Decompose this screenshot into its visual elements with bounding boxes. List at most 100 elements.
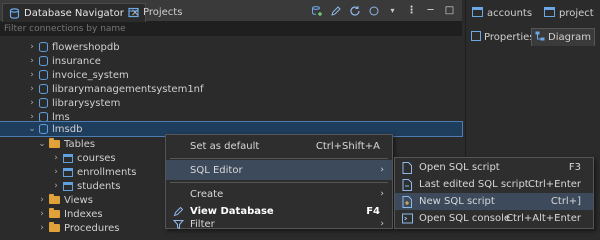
chevron-down-icon[interactable]: ⌄ xyxy=(28,124,36,134)
table-icon xyxy=(63,167,73,177)
filter-icon xyxy=(172,218,184,230)
tree-item-invoice-system[interactable]: › invoice_system xyxy=(0,68,462,82)
tree-item-label: Procedures xyxy=(64,222,120,234)
new-connection-icon[interactable] xyxy=(310,4,323,17)
tab-accounts-label: accounts xyxy=(487,7,533,19)
folder-icon xyxy=(49,194,60,204)
chevron-right-icon[interactable]: › xyxy=(28,42,36,52)
sql-file-icon xyxy=(401,161,413,174)
maximize-icon[interactable]: □ xyxy=(443,4,456,17)
menu-item-shortcut: Ctrl+Alt+Enter xyxy=(506,213,581,224)
chevron-right-icon[interactable]: › xyxy=(28,56,36,66)
database-navigator-icon xyxy=(9,7,20,19)
tab-projects-label: Projects xyxy=(143,7,183,18)
menu-item-shortcut: Ctrl+] xyxy=(550,196,581,207)
chevron-right-icon[interactable]: › xyxy=(28,98,36,108)
menu-item-shortcut: Ctrl+Shift+A xyxy=(315,140,380,152)
chevron-right-icon[interactable]: › xyxy=(52,153,60,163)
menu-item-label: Open SQL console xyxy=(419,213,511,224)
folder-icon xyxy=(49,138,60,148)
menu-item-filter[interactable]: Filter › xyxy=(166,217,392,231)
menu-separator xyxy=(170,182,388,183)
tree-item-librarymanagementsystem1nf[interactable]: › librarymanagementsystem1nf xyxy=(0,82,462,96)
refresh-icon[interactable] xyxy=(348,4,361,17)
chevron-right-icon: › xyxy=(380,165,384,175)
tree-item-label: lms xyxy=(52,111,70,123)
tree-item-label: librarysystem xyxy=(52,97,121,109)
menu-item-shortcut: Ctrl+Enter xyxy=(527,179,581,190)
minimize-icon[interactable]: ─ xyxy=(424,4,437,17)
tab-project-label: project xyxy=(559,7,594,19)
table-icon xyxy=(63,181,73,191)
disconnect-icon[interactable] xyxy=(367,4,380,17)
tree-item-label: Indexes xyxy=(64,208,103,220)
menu-item-shortcut: F3 xyxy=(568,162,581,173)
tree-item-label: Views xyxy=(64,194,93,206)
menu-item-last-edited-sql-script[interactable]: Last edited SQL script Ctrl+Enter xyxy=(395,176,593,193)
chevron-down-icon[interactable]: ⌄ xyxy=(38,139,46,149)
tree-item-label: students xyxy=(77,180,121,192)
tab-projects[interactable]: Projects xyxy=(122,3,188,22)
database-icon xyxy=(39,70,48,80)
tab-diagram[interactable]: Diagram xyxy=(531,28,595,46)
menu-item-set-as-default[interactable]: Set as default Ctrl+Shift+A xyxy=(166,136,392,156)
menu-item-open-sql-script[interactable]: Open SQL script F3 xyxy=(395,159,593,176)
navigator-tabbar: Database Navigator ✕ Projects ▾ ⋮ ─ □ xyxy=(0,0,462,22)
context-menu: Set as default Ctrl+Shift+A SQL Editor ›… xyxy=(165,134,393,231)
database-icon xyxy=(39,84,48,94)
new-sql-file-icon xyxy=(401,195,413,208)
tab-project[interactable]: project xyxy=(540,4,598,22)
menu-item-label: SQL Editor xyxy=(190,164,243,176)
chevron-right-icon[interactable]: › xyxy=(28,112,36,122)
tree-item-label: enrollments xyxy=(77,166,137,178)
menu-item-open-sql-console[interactable]: Open SQL console Ctrl+Alt+Enter xyxy=(395,210,593,227)
chevron-right-icon[interactable]: › xyxy=(38,209,46,219)
chevron-right-icon[interactable]: › xyxy=(38,195,46,205)
chevron-right-icon[interactable]: › xyxy=(38,223,46,233)
tree-item-label: Tables xyxy=(64,138,96,150)
console-icon xyxy=(401,213,413,225)
tree-item-label: insurance xyxy=(52,55,101,67)
chevron-right-icon[interactable]: › xyxy=(52,167,60,177)
filter-connections-input[interactable] xyxy=(0,22,462,36)
more-options-icon[interactable]: ⋮ xyxy=(405,4,418,17)
tree-item-flowershopdb[interactable]: › flowershopdb xyxy=(0,40,462,54)
menu-item-label: Create xyxy=(190,188,224,200)
database-icon xyxy=(39,124,48,134)
folder-icon xyxy=(49,222,60,232)
menu-item-shortcut: F4 xyxy=(366,205,380,217)
tree-item-label: lmsdb xyxy=(52,123,83,135)
menu-item-label: Last edited SQL script xyxy=(419,179,529,190)
projects-icon xyxy=(128,7,139,18)
sql-file-icon xyxy=(401,178,413,191)
table-icon xyxy=(472,6,483,20)
tree-item-librarysystem[interactable]: › librarysystem xyxy=(0,96,462,110)
chevron-right-icon[interactable]: › xyxy=(28,84,36,94)
menu-item-label: Filter xyxy=(190,218,215,230)
tab-accounts[interactable]: accounts xyxy=(468,4,536,22)
menu-item-new-sql-script[interactable]: New SQL script Ctrl+] xyxy=(395,193,593,210)
chevron-right-icon[interactable]: › xyxy=(52,181,60,191)
tree-item-label: flowershopdb xyxy=(52,41,120,53)
menu-item-sql-editor[interactable]: SQL Editor › xyxy=(166,160,392,180)
menu-item-label: Set as default xyxy=(190,140,260,152)
tree-item-insurance[interactable]: › insurance xyxy=(0,54,462,68)
chevron-right-icon: › xyxy=(380,219,384,229)
tab-properties-label: Properties xyxy=(484,31,535,43)
edit-icon[interactable] xyxy=(329,4,342,17)
tab-properties[interactable]: Properties xyxy=(468,28,538,46)
folder-icon xyxy=(49,208,60,218)
chevron-down-icon[interactable]: ▾ xyxy=(386,4,399,17)
tab-database-navigator-label: Database Navigator xyxy=(24,7,124,19)
chevron-right-icon[interactable]: › xyxy=(28,70,36,80)
menu-item-label: New SQL script xyxy=(419,196,495,207)
table-icon xyxy=(544,6,555,20)
menu-separator xyxy=(170,158,388,159)
database-icon xyxy=(39,42,48,52)
tree-item-label: courses xyxy=(77,152,116,164)
database-icon xyxy=(39,56,48,66)
database-icon xyxy=(39,112,48,122)
properties-icon xyxy=(471,30,481,44)
diagram-icon xyxy=(535,31,545,44)
navigator-toolbar: ▾ ⋮ ─ □ xyxy=(310,4,456,17)
